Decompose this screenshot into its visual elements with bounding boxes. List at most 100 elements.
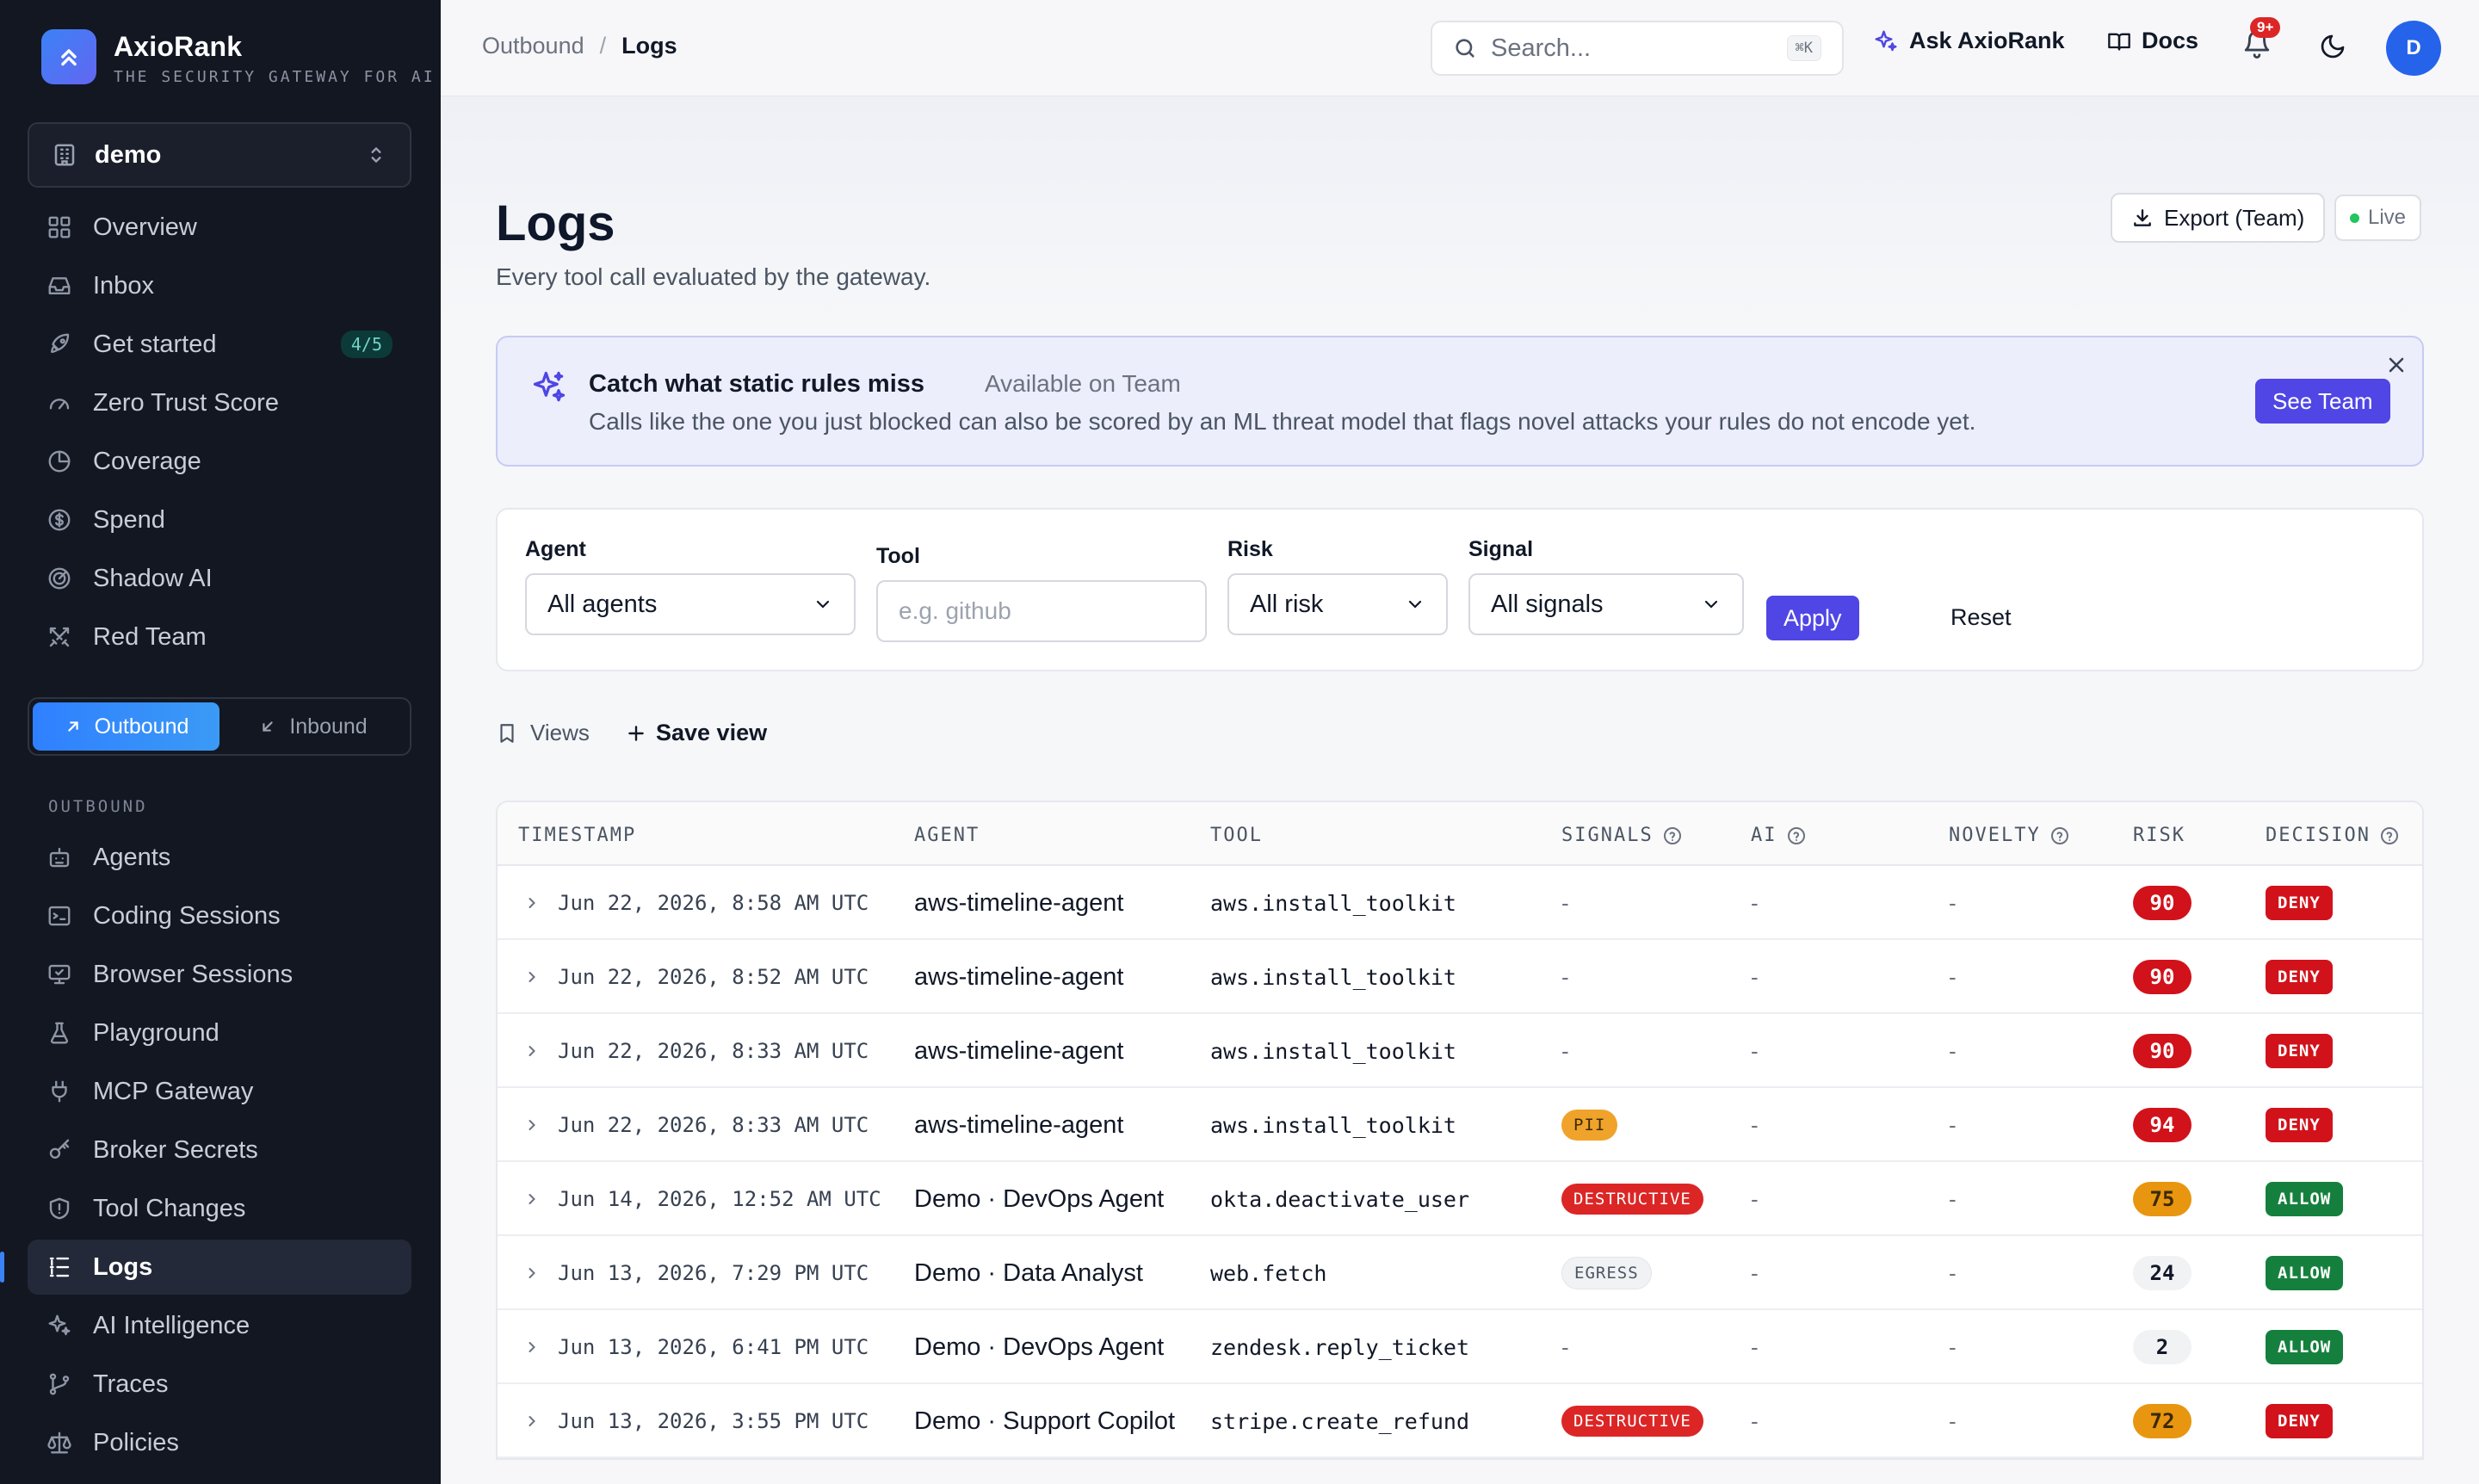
sidebar-item-label: Traces [93,1370,169,1398]
breadcrumb-parent[interactable]: Outbound [482,33,584,59]
col-risk[interactable]: RISK [2133,825,2185,846]
direction-toggle[interactable]: Outbound Inbound [28,697,411,756]
chevron-right-icon[interactable] [523,1190,541,1208]
sidebar-item-shadow-ai[interactable]: Shadow AI [28,551,411,606]
table-row[interactable]: Jun 14, 2026, 12:52 AM UTC Demo · DevOps … [498,1162,2422,1236]
chevron-right-icon[interactable] [523,1042,541,1060]
sidebar-item-spend[interactable]: Spend [28,492,411,547]
outbound-toggle-button[interactable]: Outbound [33,702,219,751]
help-circle-icon[interactable] [2379,825,2400,846]
timestamp-cell: Jun 13, 2026, 7:29 PM UTC [523,1236,869,1310]
novelty-cell: - [1949,1111,1957,1138]
col-novelty[interactable]: NOVELTY [1949,825,2070,846]
col-timestamp[interactable]: TIMESTAMP [518,825,636,846]
timestamp-cell: Jun 22, 2026, 8:52 AM UTC [523,940,869,1014]
inbound-toggle-button[interactable]: Inbound [219,702,406,751]
sidebar-item-agents[interactable]: Agents [28,830,411,885]
sidebar-item-zero-trust-score[interactable]: Zero Trust Score [28,375,411,430]
moon-icon[interactable] [2319,33,2346,65]
export-button[interactable]: Export (Team) [2111,193,2326,243]
close-icon[interactable] [2384,353,2408,381]
inbox-icon [46,273,72,299]
table-row[interactable]: Jun 22, 2026, 8:33 AM UTC aws-timeline-ag… [498,1088,2422,1162]
ask-axiorank-button[interactable]: Ask AxioRank [1873,28,2065,54]
apply-button[interactable]: Apply [1766,596,1859,640]
col-tool[interactable]: TOOL [1210,825,1263,846]
sidebar-item-ai-intelligence[interactable]: AI Intelligence [28,1298,411,1353]
chevron-right-icon[interactable] [523,968,541,986]
sidebar-item-overview[interactable]: Overview [28,200,411,255]
agent-cell: Demo · Support Copilot [914,1407,1176,1435]
signals-cell: - [1561,1014,1569,1088]
shield-icon [46,1196,72,1221]
sidebar: AxioRank THE SECURITY GATEWAY FOR AI AG … [0,0,441,1484]
chevron-right-icon[interactable] [523,894,541,912]
table-row[interactable]: Jun 13, 2026, 3:55 PM UTC Demo · Support … [498,1384,2422,1458]
signal-filter-select[interactable]: All signals [1468,573,1744,635]
sidebar-item-policies[interactable]: Policies [28,1415,411,1470]
timestamp-cell: Jun 14, 2026, 12:52 AM UTC [523,1162,881,1236]
sidebar-item-red-team[interactable]: Red Team [28,609,411,665]
table-row[interactable]: Jun 13, 2026, 6:41 PM UTC Demo · DevOps A… [498,1310,2422,1384]
table-row[interactable]: Jun 22, 2026, 8:33 AM UTC aws-timeline-ag… [498,1014,2422,1088]
col-ai[interactable]: AI [1751,825,1807,846]
chevron-right-icon[interactable] [523,1264,541,1282]
novelty-cell: - [1949,1407,1957,1434]
save-view-button[interactable]: Save view [625,720,767,746]
help-circle-icon[interactable] [1786,825,1807,846]
col-risk-label: RISK [2133,825,2185,846]
workspace-select[interactable]: demo [28,122,411,188]
chevron-right-icon[interactable] [523,1413,541,1430]
breadcrumb-current: Logs [621,33,677,59]
progress-badge: 4/5 [340,331,393,358]
sidebar-item-logs[interactable]: Logs [0,1240,411,1295]
help-circle-icon[interactable] [1662,825,1683,846]
sidebar-item-label: Zero Trust Score [93,388,279,417]
sidebar-item-coding-sessions[interactable]: Coding Sessions [28,888,411,943]
book-icon [2107,29,2131,53]
sidebar-item-label: Overview [93,213,197,241]
table-row[interactable]: Jun 13, 2026, 7:29 PM UTC Demo · Data Ana… [498,1236,2422,1310]
novelty-cell: - [1949,1185,1957,1212]
sidebar-item-tool-changes[interactable]: Tool Changes [28,1181,411,1236]
table-row[interactable]: Jun 22, 2026, 8:58 AM UTC aws-timeline-ag… [498,866,2422,940]
brand[interactable]: AxioRank THE SECURITY GATEWAY FOR AI AG [41,29,441,86]
ask-axiorank-label: Ask AxioRank [1909,28,2065,53]
col-agent-label: AGENT [914,825,980,846]
search-box[interactable]: ⌘K [1431,21,1844,76]
col-agent[interactable]: AGENT [914,825,980,846]
risk-cell: 90 [2133,1014,2192,1088]
col-signals[interactable]: SIGNALS [1561,825,1683,846]
sidebar-item-playground[interactable]: Playground [28,1005,411,1060]
reset-button[interactable]: Reset [1950,604,2012,631]
sidebar-item-get-started[interactable]: Get started 4/5 [28,317,411,372]
see-team-button[interactable]: See Team [2255,379,2390,424]
risk-filter-select[interactable]: All risk [1227,573,1448,635]
bot-icon [46,844,72,870]
sidebar-item-browser-sessions[interactable]: Browser Sessions [28,947,411,1002]
sidebar-item-broker-secrets[interactable]: Broker Secrets [28,1122,411,1178]
chevron-right-icon[interactable] [523,1339,541,1356]
sidebar-item-coverage[interactable]: Coverage [28,434,411,489]
tool-filter-input[interactable] [876,580,1207,642]
live-indicator[interactable]: Live [2334,195,2422,241]
chevron-right-icon[interactable] [523,1116,541,1134]
help-circle-icon[interactable] [2049,825,2070,846]
brand-logo-icon [41,29,96,84]
table-row[interactable]: Jun 22, 2026, 8:52 AM UTC aws-timeline-ag… [498,940,2422,1014]
tool-cell: okta.deactivate_user [1210,1186,1470,1212]
sidebar-item-inbox[interactable]: Inbox [28,258,411,313]
chevron-down-icon [813,594,833,615]
views-button[interactable]: Views [496,720,590,746]
sidebar-item-mcp-gateway[interactable]: MCP Gateway [28,1064,411,1119]
agent-filter-select[interactable]: All agents [525,573,856,635]
search-input[interactable] [1491,34,1787,63]
workspace-name: demo [95,140,162,169]
col-decision[interactable]: DECISION [2266,825,2400,846]
risk-cell: 24 [2133,1236,2192,1310]
avatar[interactable]: D [2386,21,2441,76]
docs-button[interactable]: Docs [2107,28,2198,54]
swords-icon [46,624,72,650]
novelty-cell: - [1949,963,1957,990]
sidebar-item-traces[interactable]: Traces [28,1357,411,1412]
